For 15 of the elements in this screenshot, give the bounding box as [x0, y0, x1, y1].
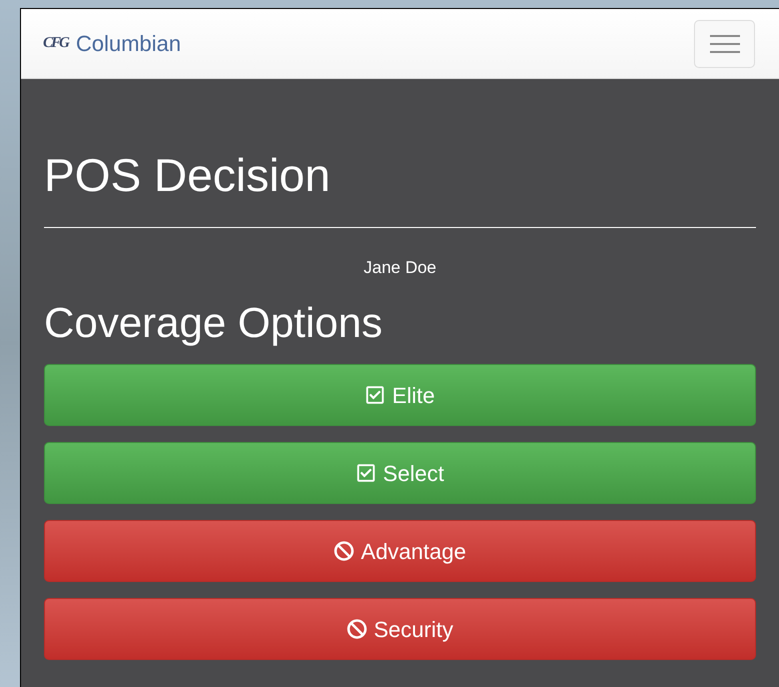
menu-button[interactable]	[694, 20, 755, 68]
logo: CFG	[43, 34, 68, 54]
coverage-button[interactable]: Advantage	[44, 520, 756, 582]
client-name: Jane Doe	[362, 257, 438, 279]
brand-link[interactable]: Columbian	[76, 32, 182, 54]
page-title: POS Decision	[44, 148, 332, 203]
coverage-button[interactable]: Security	[44, 598, 756, 660]
section-title: Coverage Options	[44, 298, 384, 348]
coverage-button[interactable]: Select	[44, 442, 756, 504]
checked-box-icon	[365, 385, 386, 405]
ban-icon	[334, 541, 354, 561]
ban-icon	[346, 619, 367, 639]
coverage-button[interactable]: Elite	[44, 364, 756, 426]
menu-icon	[710, 34, 740, 54]
checked-box-icon	[356, 463, 376, 483]
